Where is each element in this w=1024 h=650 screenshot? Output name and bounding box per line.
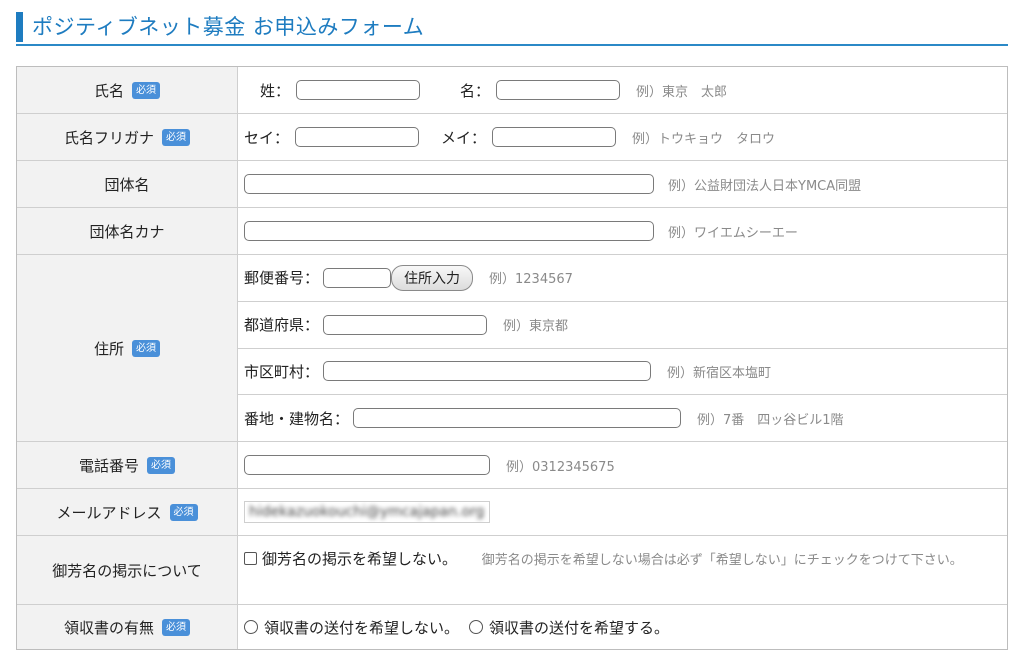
row-furigana: 氏名フリガナ 必須 セイ： メイ： 例）トウキョウ タロウ [17, 114, 1007, 161]
title-accent-bar [16, 12, 23, 42]
page-title: ポジティブネット募金 お申込みフォーム [32, 15, 425, 39]
field-cell-phone: 例）0312345675 [238, 442, 1007, 488]
field-cell-display-name: 御芳名の掲示を希望しない。 御芳名の掲示を希望しない場合は必ず「希望しない」にチ… [238, 536, 1007, 604]
prefecture-row: 都道府県： 例）東京都 [238, 302, 1007, 349]
label-cell-furigana: 氏名フリガナ 必須 [17, 114, 238, 160]
sei-label: セイ： [244, 128, 290, 147]
required-badge: 必須 [162, 618, 190, 636]
address-label: 住所 [93, 339, 124, 358]
street-row: 番地・建物名： 例）7番 四ッ谷ビル1階 [238, 395, 1007, 441]
city-row: 市区町村： 例）新宿区本塩町 [238, 349, 1007, 396]
address-subrows: 郵便番号： 住所入力 例）1234567 都道府県： 例）東京都 市区町村： 例… [238, 255, 1007, 441]
label-cell-phone: 電話番号 必須 [17, 442, 238, 488]
city-input[interactable] [323, 361, 652, 382]
prefecture-example: 例）東京都 [503, 319, 569, 335]
org-kana-input[interactable] [244, 221, 654, 241]
city-example: 例）新宿区本塩町 [667, 365, 772, 381]
required-badge: 必須 [169, 503, 198, 521]
sei-input[interactable] [295, 127, 420, 147]
row-address: 住所 必須 郵便番号： 住所入力 例）1234567 都道府県： 例）東京都 市… [17, 255, 1007, 442]
label-cell-email: メールアドレス 必須 [17, 489, 238, 535]
postal-example: 例）1234567 [489, 272, 573, 288]
furigana-label: 氏名フリガナ [63, 128, 154, 147]
label-cell-name: 氏名 必須 [17, 67, 238, 113]
prefecture-label: 都道府県： [244, 316, 320, 335]
row-receipt: 領収書の有無 必須 領収書の送付を希望しない。 領収書の送付を希望する。 [17, 605, 1007, 649]
row-email: メールアドレス 必須 hidekazuokouchi@ymcajapan.org [17, 489, 1007, 536]
required-badge: 必須 [162, 128, 190, 146]
receipt-label: 領収書の有無 [63, 618, 154, 637]
furigana-example: 例）トウキョウ タロウ [632, 131, 776, 147]
name-label: 氏名 [93, 81, 124, 100]
mei-label: メイ： [441, 128, 487, 147]
label-cell-org: 団体名 [17, 161, 238, 207]
address-lookup-button[interactable]: 住所入力 [391, 264, 474, 291]
donation-form: 氏名 必須 姓： 名： 例）東京 太郎 氏名フリガナ 必須 セイ： メイ： 例）… [16, 66, 1008, 650]
label-cell-org-kana: 団体名カナ [17, 208, 238, 254]
city-label: 市区町村： [244, 362, 320, 381]
field-cell-org: 例）公益財団法人日本YMCA同盟 [238, 161, 1007, 207]
required-badge: 必須 [132, 339, 160, 357]
postal-row: 郵便番号： 住所入力 例）1234567 [238, 255, 1007, 302]
label-cell-receipt: 領収書の有無 必須 [17, 605, 238, 649]
street-input[interactable] [353, 408, 682, 429]
field-cell-furigana: セイ： メイ： 例）トウキョウ タロウ [238, 114, 1007, 160]
page-header: ポジティブネット募金 お申込みフォーム [16, 10, 1008, 46]
phone-input[interactable] [244, 455, 490, 475]
field-cell-email: hidekazuokouchi@ymcajapan.org [238, 489, 1007, 535]
prefecture-input[interactable] [323, 314, 488, 335]
receipt-no-radio[interactable] [244, 620, 258, 634]
postal-label: 郵便番号： [244, 269, 320, 288]
field-cell-org-kana: 例）ワイエムシーエー [238, 208, 1007, 254]
field-cell-name: 姓： 名： 例）東京 太郎 [238, 67, 1007, 113]
org-label: 団体名 [104, 175, 150, 194]
email-field[interactable]: hidekazuokouchi@ymcajapan.org [244, 501, 490, 523]
label-cell-display-name: 御芳名の掲示について [17, 536, 238, 604]
first-name-input[interactable] [496, 80, 621, 100]
postal-code-input[interactable] [323, 267, 392, 288]
row-org-kana: 団体名カナ 例）ワイエムシーエー [17, 208, 1007, 255]
org-kana-label: 団体名カナ [89, 222, 165, 241]
display-name-label: 御芳名の掲示について [52, 561, 202, 580]
row-org: 団体名 例）公益財団法人日本YMCA同盟 [17, 161, 1007, 208]
org-input[interactable] [244, 174, 654, 194]
label-cell-address: 住所 必須 [17, 255, 238, 441]
phone-example: 例）0312345675 [506, 459, 615, 475]
org-kana-example: 例）ワイエムシーエー [668, 225, 798, 241]
name-example: 例）東京 太郎 [636, 84, 728, 100]
street-example: 例）7番 四ッ谷ビル1階 [697, 412, 844, 428]
required-badge: 必須 [132, 81, 160, 99]
hide-name-checkbox[interactable] [244, 552, 257, 565]
field-cell-receipt: 領収書の送付を希望しない。 領収書の送付を希望する。 [238, 605, 1007, 649]
street-label: 番地・建物名： [244, 409, 350, 428]
required-badge: 必須 [147, 456, 175, 474]
row-display-name: 御芳名の掲示について 御芳名の掲示を希望しない。 御芳名の掲示を希望しない場合は… [17, 536, 1007, 605]
hide-name-checkbox-label[interactable]: 御芳名の掲示を希望しない。 [262, 550, 457, 568]
mei-input[interactable] [492, 127, 617, 147]
receipt-yes-label[interactable]: 領収書の送付を希望する。 [489, 617, 669, 638]
email-value: hidekazuokouchi@ymcajapan.org [249, 504, 485, 520]
last-name-label: 姓： [260, 81, 291, 100]
row-name: 氏名 必須 姓： 名： 例）東京 太郎 [17, 67, 1007, 114]
receipt-yes-radio[interactable] [469, 620, 484, 634]
email-label: メールアドレス [56, 503, 162, 522]
last-name-input[interactable] [296, 80, 421, 100]
row-phone: 電話番号 必須 例）0312345675 [17, 442, 1007, 489]
display-name-note: 御芳名の掲示を希望しない場合は必ず「希望しない」にチェックをつけて下さい。 [481, 553, 963, 568]
first-name-label: 名： [460, 81, 491, 100]
receipt-no-label[interactable]: 領収書の送付を希望しない。 [264, 617, 459, 638]
phone-label: 電話番号 [78, 456, 139, 475]
org-example: 例）公益財団法人日本YMCA同盟 [668, 178, 862, 194]
